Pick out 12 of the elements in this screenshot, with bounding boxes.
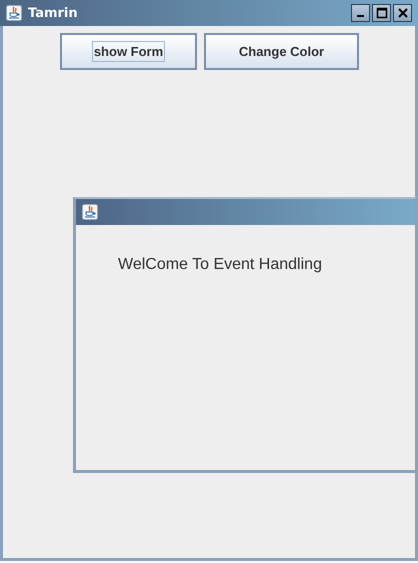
maximize-button[interactable] [372,4,391,22]
close-button[interactable] [393,4,412,22]
minimize-icon [357,15,364,17]
minimize-button[interactable] [351,4,370,22]
window-title: Tamrin [28,6,78,20]
coffee-cup-icon [6,5,22,21]
maximize-icon [376,7,388,19]
coffee-cup-icon [82,204,98,220]
form-button[interactable]: Change Color [204,33,359,70]
welcome-message: WelCome To Event Handling [118,256,322,273]
close-icon [396,7,408,19]
form-button[interactable]: show Form [60,33,197,70]
